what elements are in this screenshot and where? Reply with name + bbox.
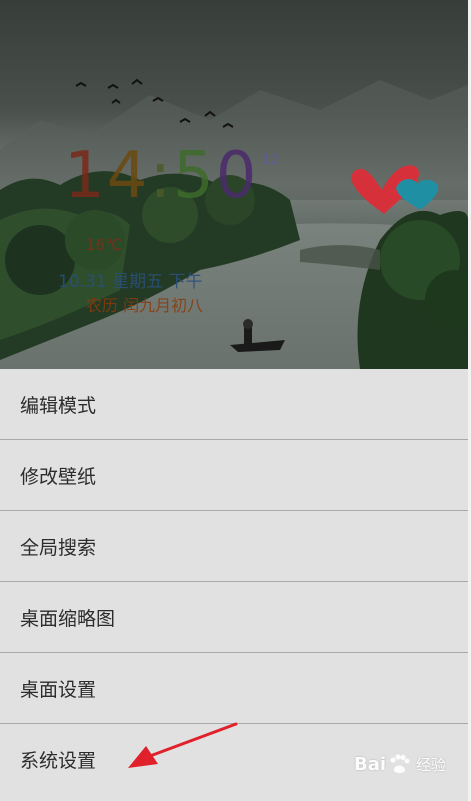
watermark-text: Bai bbox=[354, 753, 387, 775]
menu-item-desktop-settings[interactable]: 桌面设置 bbox=[0, 653, 468, 724]
watermark-suffix: 经验 bbox=[416, 755, 447, 774]
clock-digit: 4 bbox=[106, 139, 150, 213]
weather-temperature: 16℃ bbox=[86, 236, 122, 254]
paw-icon bbox=[390, 754, 410, 773]
menu-item-global-search[interactable]: 全局搜索 bbox=[0, 511, 468, 582]
menu-item-change-wallpaper[interactable]: 修改壁纸 bbox=[0, 440, 468, 511]
menu-item-label: 桌面缩略图 bbox=[20, 607, 116, 630]
clock-date: 10.31 星期五 下午 bbox=[58, 272, 203, 292]
red-arrow-icon bbox=[128, 722, 238, 768]
clock-digit: 5 bbox=[173, 139, 216, 213]
menu-item-edit-mode[interactable]: 编辑模式 bbox=[0, 369, 468, 440]
menu-item-label: 系统设置 bbox=[20, 750, 97, 772]
clock-digit: 1 bbox=[64, 139, 107, 213]
menu-item-label: 全局搜索 bbox=[20, 536, 97, 559]
clock-time[interactable]: 14:50 bbox=[64, 140, 258, 212]
clock-colon: : bbox=[149, 139, 173, 213]
home-screen-wallpaper: 14:50 12 16℃ 10.31 星期五 下午 农历 闰九月初八 bbox=[0, 0, 468, 369]
menu-item-label: 编辑模式 bbox=[20, 394, 97, 417]
menu-item-label: 桌面设置 bbox=[20, 678, 97, 701]
clock-digit: 0 bbox=[215, 139, 259, 213]
clock-seconds: 12 bbox=[262, 153, 279, 168]
screen: 14:50 12 16℃ 10.31 星期五 下午 农历 闰九月初八 编辑模式 … bbox=[0, 0, 471, 801]
heart-logo-icon bbox=[351, 165, 439, 214]
menu-item-label: 修改壁纸 bbox=[20, 465, 97, 488]
lunar-date: 农历 闰九月初八 bbox=[86, 296, 204, 315]
menu-item-desktop-thumbnail[interactable]: 桌面缩略图 bbox=[0, 582, 468, 653]
baidu-jingyan-watermark: Bai 经验 bbox=[354, 744, 446, 784]
